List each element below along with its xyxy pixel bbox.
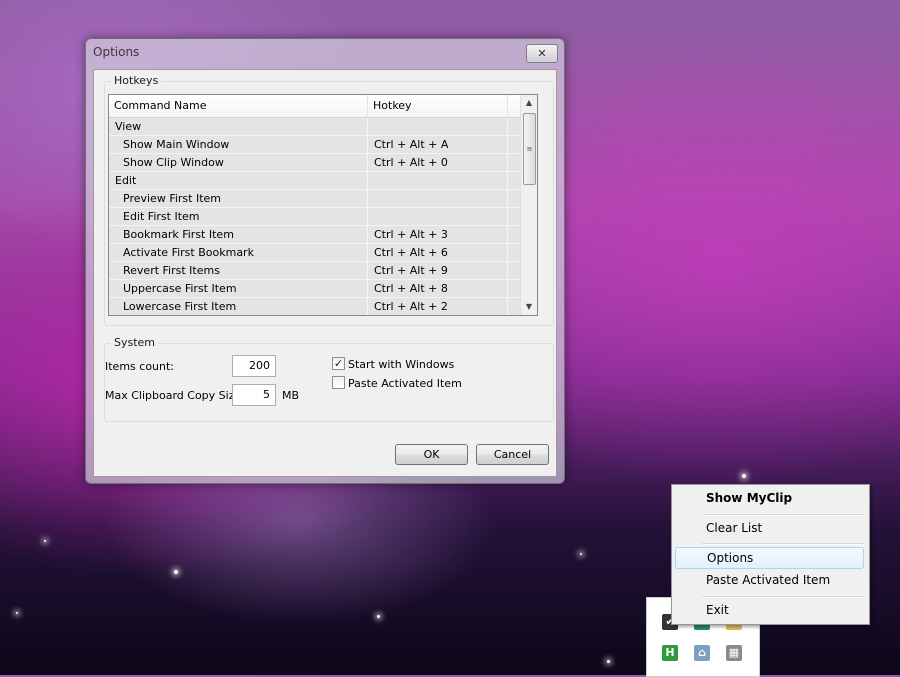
hotkey-cell[interactable] <box>368 118 508 135</box>
table-category-row[interactable]: View <box>109 118 521 136</box>
ok-button[interactable]: OK <box>395 444 468 465</box>
hotkey-cell[interactable]: Ctrl + Alt + 0 <box>368 154 508 171</box>
column-header-hotkey[interactable]: Hotkey <box>368 95 508 117</box>
system-group-label: System <box>111 336 159 349</box>
hotkey-cell[interactable]: Ctrl + Alt + 2 <box>368 298 508 315</box>
max-clipboard-size-unit: MB <box>282 389 300 402</box>
star <box>16 612 18 614</box>
scroll-down-icon[interactable]: ▼ <box>521 299 537 315</box>
star <box>742 474 746 478</box>
star <box>607 660 610 663</box>
table-row[interactable]: Edit First Item <box>109 208 521 226</box>
command-name-cell: Edit First Item <box>109 208 368 225</box>
items-count-label: Items count: <box>105 360 175 373</box>
table-body: View Show Main Window Ctrl + Alt + A Show C… <box>109 118 521 315</box>
command-name-cell: Revert First Items <box>109 262 368 279</box>
command-name-cell: Lowercase First Item <box>109 298 368 315</box>
scroll-up-icon[interactable]: ▲ <box>521 95 537 111</box>
hotkey-cell[interactable]: Ctrl + Alt + A <box>368 136 508 153</box>
star <box>174 570 178 574</box>
menu-item-exit[interactable]: Exit <box>675 599 864 621</box>
table-header: Command Name Hotkey <box>109 95 521 118</box>
paste-activated-item-checkbox[interactable] <box>332 376 345 389</box>
table-row[interactable]: Show Clip Window Ctrl + Alt + 0 <box>109 154 521 172</box>
command-name-cell: Uppercase First Item <box>109 280 368 297</box>
hotkey-cell[interactable] <box>368 172 508 189</box>
start-with-windows-checkbox[interactable]: ✓ <box>332 357 345 370</box>
cancel-button[interactable]: Cancel <box>476 444 549 465</box>
close-icon: ✕ <box>537 47 547 60</box>
scroll-thumb[interactable]: ≡ <box>523 113 536 185</box>
vertical-scrollbar[interactable]: ▲ ≡ ▼ <box>520 95 537 315</box>
menu-item-options[interactable]: Options <box>675 547 864 569</box>
star <box>44 540 46 542</box>
max-clipboard-size-input[interactable]: 5 <box>232 384 276 406</box>
command-name-cell: Preview First Item <box>109 190 368 207</box>
hotkeys-table[interactable]: Command Name Hotkey View Show Main Window… <box>108 94 538 316</box>
dialog-title: Options <box>93 45 140 59</box>
options-dialog: Options ✕ Hotkeys Command Name Hotkey Vi… <box>85 38 565 484</box>
hotkeys-group-label: Hotkeys <box>111 74 162 87</box>
table-row[interactable]: Uppercase First Item Ctrl + Alt + 8 <box>109 280 521 298</box>
table-row[interactable]: Bookmark First Item Ctrl + Alt + 3 <box>109 226 521 244</box>
menu-item-show-myclip[interactable]: Show MyClip <box>675 487 864 509</box>
calculator-icon[interactable]: ▦ <box>726 645 742 661</box>
tray-context-menu: Show MyClip Clear List Options Paste Act… <box>671 484 870 625</box>
menu-item-clear-list[interactable]: Clear List <box>675 517 864 539</box>
command-name-cell: Activate First Bookmark <box>109 244 368 261</box>
close-button[interactable]: ✕ <box>526 44 558 63</box>
column-header-command-name[interactable]: Command Name <box>109 95 368 117</box>
command-name-cell: Show Main Window <box>109 136 368 153</box>
menu-item-paste-activated-item[interactable]: Paste Activated Item <box>675 569 864 591</box>
table-row[interactable]: Revert First Items Ctrl + Alt + 9 <box>109 262 521 280</box>
hotkey-cell[interactable] <box>368 208 508 225</box>
paste-activated-item-label[interactable]: Paste Activated Item <box>348 377 462 390</box>
system-group: System <box>104 336 554 422</box>
command-name-cell: Bookmark First Item <box>109 226 368 243</box>
menu-separator <box>702 596 865 598</box>
hotkey-cell[interactable]: Ctrl + Alt + 6 <box>368 244 508 261</box>
start-with-windows-label[interactable]: Start with Windows <box>348 358 454 371</box>
hotkey-cell[interactable] <box>368 190 508 207</box>
star <box>377 615 380 618</box>
command-name-cell: Show Clip Window <box>109 154 368 171</box>
table-row[interactable]: Lowercase First Item Ctrl + Alt + 2 <box>109 298 521 315</box>
menu-separator <box>702 514 865 516</box>
table-row[interactable]: Activate First Bookmark Ctrl + Alt + 6 <box>109 244 521 262</box>
star <box>580 553 582 555</box>
command-name-cell: Edit <box>109 172 368 189</box>
max-clipboard-size-label: Max Clipboard Copy Size: <box>105 389 245 402</box>
table-row[interactable]: Show Main Window Ctrl + Alt + A <box>109 136 521 154</box>
items-count-input[interactable]: 200 <box>232 355 276 377</box>
table-category-row[interactable]: Edit <box>109 172 521 190</box>
dialog-body: Hotkeys Command Name Hotkey View Show Mai… <box>93 69 557 477</box>
command-name-cell: View <box>109 118 368 135</box>
hotkey-cell[interactable]: Ctrl + Alt + 3 <box>368 226 508 243</box>
network-icon[interactable]: ⌂ <box>694 645 710 661</box>
table-row[interactable]: Preview First Item <box>109 190 521 208</box>
menu-separator <box>702 543 865 545</box>
hotkey-cell[interactable]: Ctrl + Alt + 8 <box>368 280 508 297</box>
hotkey-cell[interactable]: Ctrl + Alt + 9 <box>368 262 508 279</box>
h-app-icon[interactable]: H <box>662 645 678 661</box>
